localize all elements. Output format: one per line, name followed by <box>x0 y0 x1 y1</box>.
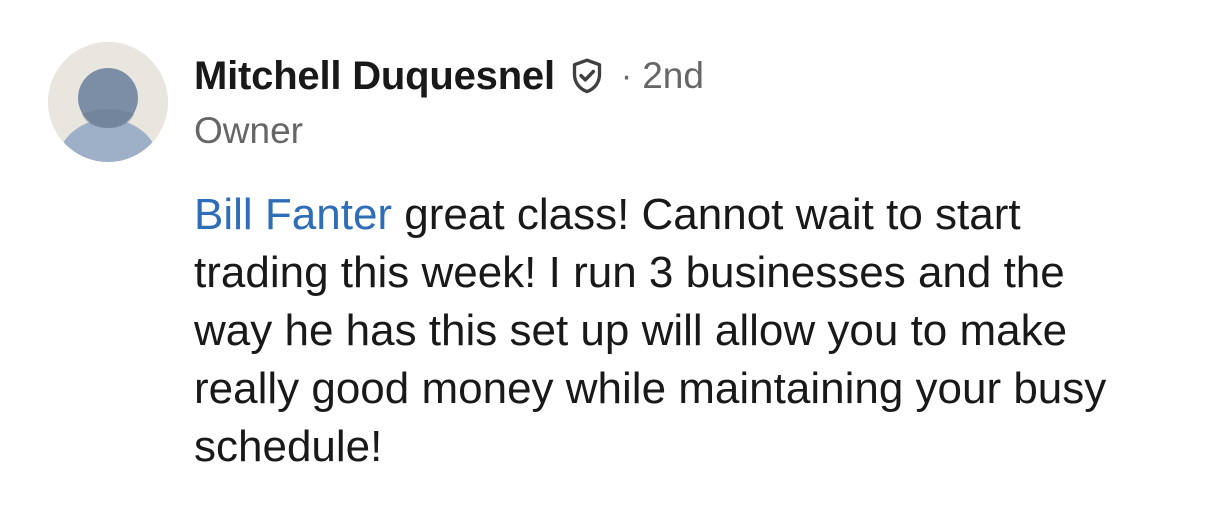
connection-degree: 2nd <box>642 55 704 96</box>
author-headline: Owner <box>194 110 303 151</box>
avatar[interactable] <box>48 42 168 162</box>
mention-link[interactable]: Bill Fanter <box>194 190 392 239</box>
comment-card: Mitchell Duquesnel · 2nd Owner Bill Fant… <box>0 0 1205 508</box>
default-person-avatar-icon <box>48 42 168 162</box>
separator-dot: · <box>620 56 633 95</box>
verified-shield-icon <box>567 56 607 96</box>
comment-header: Mitchell Duquesnel · 2nd <box>194 46 704 106</box>
author-name[interactable]: Mitchell Duquesnel <box>194 54 555 99</box>
comment-text: Bill Fanter great class! Cannot wait to … <box>194 186 1154 476</box>
